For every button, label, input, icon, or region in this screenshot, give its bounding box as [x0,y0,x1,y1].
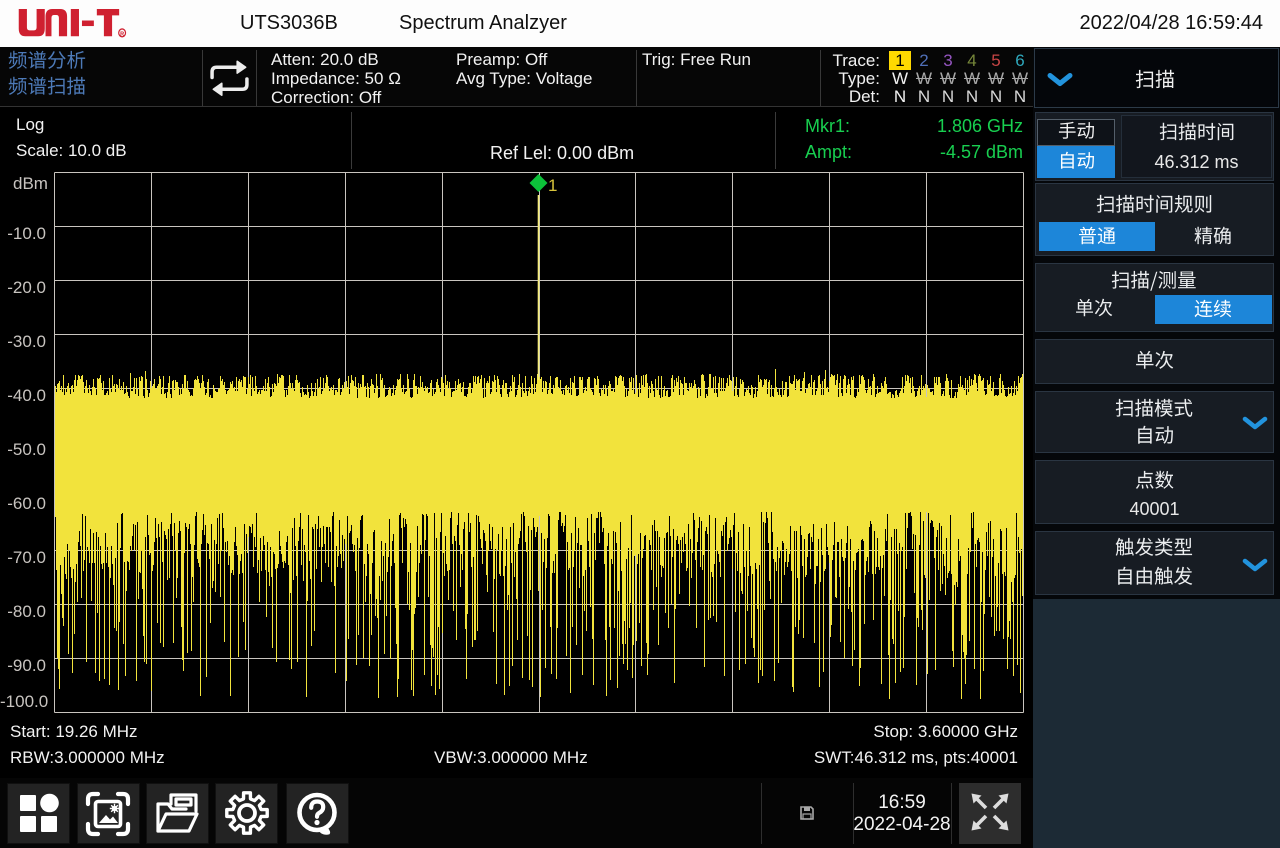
svg-text:1: 1 [548,176,557,195]
